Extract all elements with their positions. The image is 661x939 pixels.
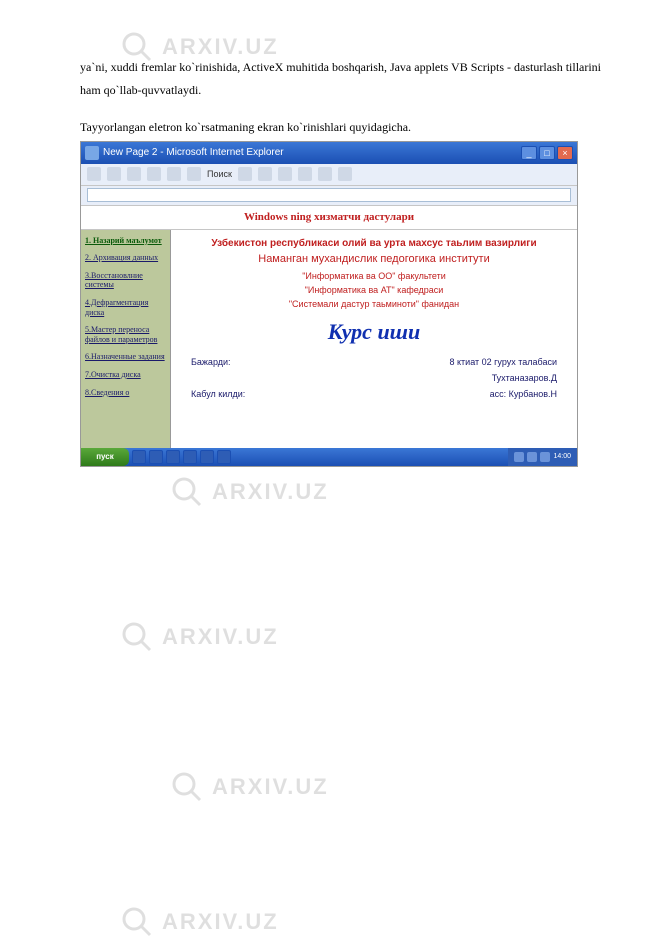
toolbar-search-label: Поиск <box>207 169 232 179</box>
panel-line-3: "Информатика ва ОО" факультети <box>181 271 567 281</box>
taskbar-item[interactable] <box>132 450 146 464</box>
embedded-screenshot: New Page 2 - Microsoft Internet Explorer… <box>80 141 578 467</box>
sidebar-item-7[interactable]: 7.Очистка диска <box>85 370 166 380</box>
sidebar-item-2[interactable]: 2. Архивация данных <box>85 253 166 263</box>
stop-icon[interactable] <box>127 167 141 181</box>
course-title: Курс иши <box>181 319 567 345</box>
row1-left: Бажарди: <box>191 357 231 367</box>
favorites-icon[interactable] <box>238 167 252 181</box>
row2-right: Тухтаназаров.Д <box>492 373 557 383</box>
watermark: ARXIV.UZ <box>170 770 329 804</box>
paragraph-1: ya`ni, xuddi fremlar ko`rinishida, Activ… <box>80 56 601 102</box>
row3-right: асс: Курбанов.Н <box>490 389 557 399</box>
row3-left: Кабул килди: <box>191 389 245 399</box>
page-banner: Windows ning хизматчи дастулари <box>81 206 577 230</box>
document-content: ya`ni, xuddi fremlar ko`rinishida, Activ… <box>80 56 601 467</box>
taskbar-item[interactable] <box>200 450 214 464</box>
panel-row-1: Бажарди: 8 ктиат 02 гурух талабаси <box>181 357 567 367</box>
page-main: 1. Назарий маълумот 2. Архивация данных … <box>81 230 577 450</box>
close-button[interactable]: × <box>557 146 573 160</box>
watermark: ARXIV.UZ <box>120 905 279 939</box>
panel-row-3: Кабул килди: асс: Курбанов.Н <box>181 389 567 399</box>
tray-icon[interactable] <box>514 452 524 462</box>
back-icon[interactable] <box>87 167 101 181</box>
mail-icon[interactable] <box>278 167 292 181</box>
watermark: ARXIV.UZ <box>120 620 279 654</box>
history-icon[interactable] <box>258 167 272 181</box>
edit-icon[interactable] <box>318 167 332 181</box>
paragraph-2: Tayyorlangan eletron ko`rsatmaning ekran… <box>80 120 601 135</box>
taskbar-item[interactable] <box>149 450 163 464</box>
taskbar-item[interactable] <box>217 450 231 464</box>
sidebar-item-4[interactable]: 4.Дефрагментация диска <box>85 298 166 317</box>
tray-icon[interactable] <box>540 452 550 462</box>
maximize-button[interactable]: □ <box>539 146 555 160</box>
tray-icon[interactable] <box>527 452 537 462</box>
banner-text: Windows ning хизматчи дастулари <box>244 211 414 223</box>
panel-line-4: "Информатика ва АТ" кафедраси <box>181 285 567 295</box>
window-title: New Page 2 - Microsoft Internet Explorer <box>103 147 521 158</box>
system-tray: 14:00 <box>508 448 577 466</box>
folder-icon[interactable] <box>338 167 352 181</box>
sidebar-item-5[interactable]: 5.Мастер переноса файлов и параметров <box>85 325 166 344</box>
sidebar-item-3[interactable]: 3.Восстановлние системы <box>85 271 166 290</box>
sidebar-item-6[interactable]: 6.Назначенные задания <box>85 352 166 362</box>
address-input[interactable] <box>87 188 571 202</box>
print-icon[interactable] <box>298 167 312 181</box>
sidebar-item-1[interactable]: 1. Назарий маълумот <box>85 236 166 246</box>
taskbar-item[interactable] <box>183 450 197 464</box>
panel-row-2: Тухтаназаров.Д <box>181 373 567 383</box>
taskbar-item[interactable] <box>166 450 180 464</box>
content-panel: Узбекистон республикаси олий ва урта мах… <box>171 230 577 450</box>
row1-right: 8 ктиат 02 гурух талабаси <box>450 357 558 367</box>
panel-line-1: Узбекистон республикаси олий ва урта мах… <box>181 238 567 249</box>
windows-taskbar: пуск 14:00 <box>81 448 577 466</box>
address-bar <box>81 186 577 206</box>
window-titlebar: New Page 2 - Microsoft Internet Explorer… <box>81 142 577 164</box>
panel-line-5: "Системали дастур таьминоти" фанидан <box>181 299 567 309</box>
browser-toolbar: Поиск <box>81 164 577 186</box>
sidebar-nav: 1. Назарий маълумот 2. Архивация данных … <box>81 230 171 450</box>
clock: 14:00 <box>553 453 571 460</box>
home-icon[interactable] <box>167 167 181 181</box>
forward-icon[interactable] <box>107 167 121 181</box>
start-button[interactable]: пуск <box>81 448 129 466</box>
sidebar-item-8[interactable]: 8.Сведения о <box>85 388 166 398</box>
panel-line-2: Наманган мухандислик педогогика институт… <box>181 253 567 265</box>
refresh-icon[interactable] <box>147 167 161 181</box>
watermark: ARXIV.UZ <box>170 475 329 509</box>
minimize-button[interactable]: _ <box>521 146 537 160</box>
ie-icon <box>85 146 99 160</box>
search-icon[interactable] <box>187 167 201 181</box>
